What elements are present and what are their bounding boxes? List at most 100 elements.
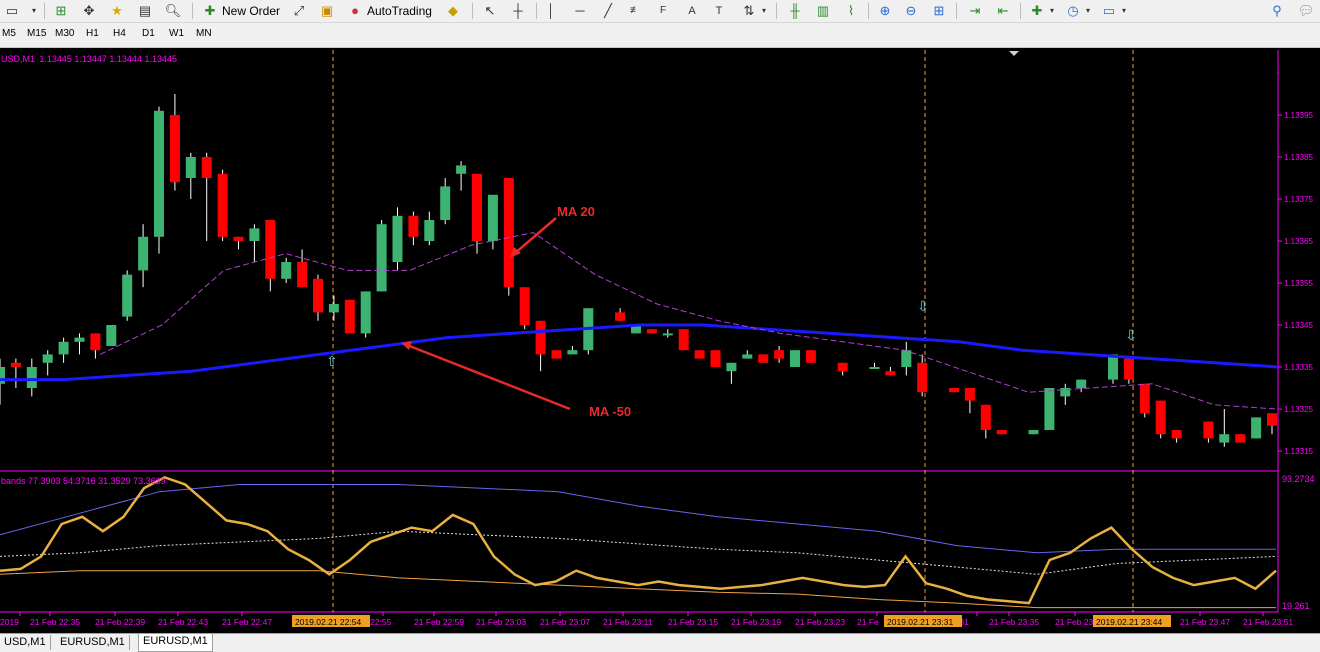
dropdown-arrow-icon[interactable]: ▾	[1120, 2, 1128, 20]
navigator-icon[interactable]: ▤	[136, 2, 154, 20]
price-chart[interactable]: 1.134051.133951.133851.133751.133651.133…	[0, 48, 1320, 633]
tab-eurusd-m1[interactable]: EURUSD,M1	[56, 635, 130, 650]
zoom-in-icon[interactable]: ⊕	[876, 2, 894, 20]
candlestick-icon[interactable]: ▥	[814, 2, 832, 20]
trendline-icon[interactable]: ╱	[600, 2, 616, 20]
candle-body	[487, 194, 498, 241]
candle-body	[1267, 413, 1277, 426]
autoscroll-icon[interactable]: ⇥	[966, 2, 984, 20]
favorites-icon[interactable]: ★	[108, 2, 126, 20]
autotrading-button[interactable]: AutoTrading	[367, 2, 432, 20]
candle-body	[408, 215, 419, 237]
dropdown-arrow-icon[interactable]: ▾	[1084, 2, 1092, 20]
candle-body	[1235, 434, 1246, 443]
bar-chart-icon[interactable]: ╫	[786, 2, 804, 20]
time-tick-label: 21 Feb 22:43	[158, 617, 208, 627]
candle-body	[0, 367, 5, 384]
timeframe-d1[interactable]: D1	[142, 28, 155, 39]
candle-body	[551, 350, 562, 359]
zoom-out-icon[interactable]: ⊖	[902, 2, 920, 20]
candle-body	[217, 173, 228, 237]
window-icon[interactable]: ▭	[4, 2, 20, 20]
buy-arrow-icon: ⇧	[326, 354, 338, 370]
candle-body	[646, 329, 657, 334]
time-tick-label: 21 Feb 23	[1055, 617, 1094, 627]
tester-icon[interactable]: 🔍︎	[164, 2, 182, 20]
time-tick-label: 21 Feb 22:59	[414, 617, 464, 627]
vertical-line-icon[interactable]: │	[546, 2, 556, 20]
candle-body	[456, 165, 467, 174]
new-chart-icon[interactable]: ⊞	[52, 2, 70, 20]
candle-body	[503, 178, 514, 288]
tab-usd-m1[interactable]: USD,M1	[0, 635, 51, 650]
text-icon[interactable]: A	[684, 2, 700, 20]
timeframe-w1[interactable]: W1	[169, 28, 184, 39]
price-tick-label: 1.13315	[1284, 447, 1313, 456]
periods-icon[interactable]: ◷	[1064, 2, 1082, 20]
horizontal-line-icon[interactable]: ─	[572, 2, 588, 20]
candle-body	[1044, 388, 1055, 430]
candle-body	[360, 291, 371, 334]
candle-body	[996, 430, 1007, 435]
dropdown-arrow-icon[interactable]: ▾	[30, 2, 38, 20]
search-icon[interactable]: ⚲	[1268, 2, 1286, 20]
candle-body	[615, 312, 626, 321]
candle-body	[567, 350, 578, 355]
candle-body	[805, 350, 816, 363]
expand-icon[interactable]: ⤢	[290, 2, 308, 20]
candle-body	[1028, 430, 1039, 435]
candle-body	[774, 350, 785, 359]
candle-body	[710, 350, 721, 367]
eraser-icon[interactable]: ◆	[444, 2, 462, 20]
new-order-icon[interactable]: ✚	[202, 2, 218, 20]
candle-body	[1155, 400, 1166, 435]
channel-icon[interactable]: ≢	[626, 2, 644, 20]
timeframe-m15[interactable]: M15	[27, 28, 46, 39]
candle-body	[281, 262, 292, 279]
timeframe-m5[interactable]: M5	[2, 28, 16, 39]
candle-body	[1108, 354, 1118, 380]
editor-icon[interactable]: ▣	[318, 2, 336, 20]
arrows-icon[interactable]: ⇅	[740, 2, 758, 20]
timeframe-mn[interactable]: MN	[196, 28, 212, 39]
candle-body	[1123, 358, 1134, 380]
candle-body	[344, 299, 355, 334]
time-tick-label: 21 Fe	[857, 617, 879, 627]
price-tick-label: 1.13395	[1284, 111, 1313, 120]
templates-icon[interactable]: ▭	[1100, 2, 1118, 20]
new-order-button[interactable]: New Order	[222, 2, 280, 20]
chart-tabs: USD,M1 EURUSD,M1 EURUSD,M1	[0, 633, 1320, 652]
ohlc-values: 1.13445 1.13447 1.13444 1.13445	[39, 54, 177, 64]
chat-icon[interactable]: 💬︎	[1296, 2, 1316, 20]
indicators-icon[interactable]: ✚	[1028, 2, 1046, 20]
sell-arrow-icon: ⇩	[1125, 328, 1137, 344]
candle-body	[472, 173, 482, 241]
time-tick-label: 21 Feb 23:19	[731, 617, 781, 627]
candle-body	[169, 115, 180, 183]
tab-eurusd-m1-active[interactable]: EURUSD,M1	[138, 634, 213, 652]
crosshair-icon[interactable]: ┼	[510, 2, 526, 20]
fibonacci-icon[interactable]: F	[654, 2, 672, 20]
candle-body	[1251, 417, 1262, 439]
price-tick-label: 1.13345	[1284, 321, 1313, 330]
timeframe-bar: M5 M15 M30 H1 H4 D1 W1 MN	[0, 23, 1320, 48]
timeframe-h1[interactable]: H1	[86, 28, 99, 39]
candle-body	[42, 354, 53, 363]
timeframe-m30[interactable]: M30	[55, 28, 74, 39]
text-label-icon[interactable]: T	[710, 2, 728, 20]
dropdown-arrow-icon[interactable]: ▾	[760, 2, 768, 20]
line-chart-icon[interactable]: ⌇	[842, 2, 860, 20]
tile-windows-icon[interactable]: ⊞	[930, 2, 948, 20]
candle-body	[980, 404, 991, 430]
cursor-icon[interactable]: ↖	[482, 2, 498, 20]
symbol-label: USD,M1	[1, 54, 35, 64]
autotrading-icon[interactable]: ●	[346, 2, 364, 20]
chart-shift-icon[interactable]: ⇤	[994, 2, 1012, 20]
dropdown-arrow-icon[interactable]: ▾	[1048, 2, 1056, 20]
candle-body	[758, 354, 769, 363]
time-highlight-label: 2019.02.21 23:44	[1096, 617, 1162, 627]
timeframe-h4[interactable]: H4	[113, 28, 126, 39]
candle-body	[10, 362, 21, 367]
candle-body	[901, 350, 912, 367]
move-icon[interactable]: ✥	[80, 2, 98, 20]
